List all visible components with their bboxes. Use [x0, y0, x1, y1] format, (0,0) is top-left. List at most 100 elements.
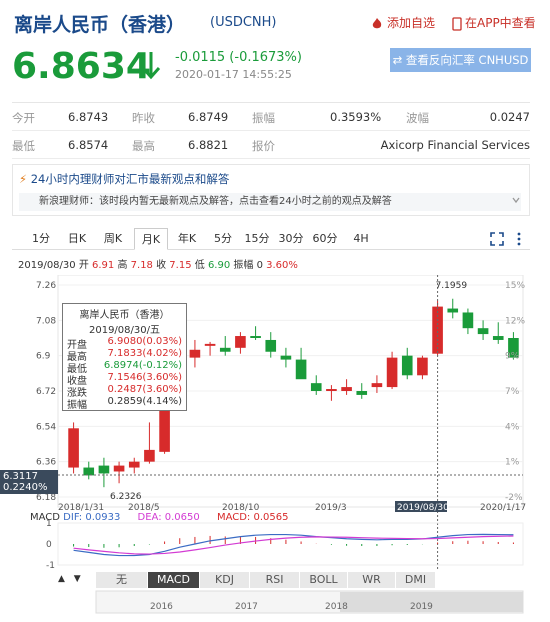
- tooltip-row-value: 6.9080(0.03%): [107, 336, 182, 347]
- info-chg-label: 振幅: [233, 260, 254, 271]
- tab-yearly[interactable]: 年K: [170, 228, 204, 250]
- tab-30min[interactable]: 30分: [274, 228, 308, 250]
- candle-body: [265, 339, 277, 352]
- reverse-rate-button[interactable]: ⇄ 查看反向汇率 CNHUSD: [390, 48, 531, 72]
- tooltip-row-label: 振幅: [67, 400, 87, 411]
- candle-body: [310, 383, 322, 391]
- candle-body: [83, 467, 95, 476]
- candle-body: [401, 355, 413, 376]
- phone-icon: [452, 16, 462, 31]
- tab-indicator-none[interactable]: 无: [96, 572, 148, 588]
- tab-1min[interactable]: 1分: [24, 228, 58, 250]
- pct-tick-label: 12%: [505, 316, 525, 326]
- pundit-body-link[interactable]: 新浪理财师：该时段内暂无最新观点及解答，点击查看24小时之前的观点及解答: [19, 193, 521, 211]
- pundit-panel: ⚡ 24小时内理财师对汇市最新观点和解答 新浪理财师：该时段内暂无最新观点及解答…: [12, 164, 530, 216]
- stat-label: 昨收: [132, 111, 155, 125]
- view-in-app-button[interactable]: 在APP中查看: [452, 14, 536, 31]
- stat-value: 6.8821: [188, 138, 229, 152]
- tab-5min[interactable]: 5分: [206, 228, 240, 250]
- tab-15min[interactable]: 15分: [240, 228, 274, 250]
- macd-dif: DIF: 0.0933: [63, 512, 121, 523]
- tab-monthly[interactable]: 月K: [134, 228, 168, 250]
- tooltip-row: 收盘 7.1546(3.60%): [67, 372, 182, 387]
- max-annotation: 7.1959: [436, 281, 468, 291]
- tooltip-row: 振幅 0.2859(4.14%): [67, 396, 182, 411]
- chevron-down-icon[interactable]: [511, 195, 521, 205]
- stat-value: Axicorp Financial Services: [380, 138, 530, 152]
- y-tick-label: 7.08: [36, 316, 56, 326]
- nav-arrows: ▲ ▼: [58, 574, 81, 584]
- candle-body: [68, 428, 79, 468]
- info-close: 7.15: [169, 260, 192, 271]
- fire-icon: [372, 17, 382, 28]
- y-tick-label: 6.54: [36, 422, 56, 432]
- tooltip-row-value: 0.2487(3.60%): [107, 384, 182, 395]
- add-watchlist-button[interactable]: 添加自选: [370, 14, 435, 31]
- candle-body: [432, 306, 443, 354]
- candle-body: [204, 343, 216, 346]
- arrow-up-icon[interactable]: ▲: [58, 574, 65, 584]
- info-pct: 3.60%: [266, 260, 298, 271]
- stat-label: 最高: [132, 139, 155, 153]
- macd-value: MACD: 0.0565: [216, 512, 289, 523]
- macd-dea: DEA: 0.0650: [137, 512, 200, 523]
- y-tick-label: 6.72: [36, 387, 56, 397]
- info-high: 7.18: [130, 260, 153, 271]
- arrow-down-icon[interactable]: ▼: [74, 574, 81, 584]
- tab-indicator-boll[interactable]: BOLL: [300, 572, 348, 588]
- tooltip-date: 2019/08/30/五: [88, 325, 160, 336]
- price-change: -0.0115 (-0.1673%): [175, 50, 302, 65]
- timeline-tick: 2018: [325, 602, 348, 612]
- candle-tooltip: 离岸人民币（香港） 2019/08/30/五 开盘 6.9080(0.03%) 最高…: [62, 303, 187, 411]
- tab-4h[interactable]: 4H: [344, 228, 378, 250]
- pct-tick-label: 4%: [505, 422, 520, 432]
- tab-indicator-wr[interactable]: WR: [348, 572, 396, 588]
- crosshair-value: 6.3117: [3, 471, 38, 482]
- macd-y-tick: -1: [46, 561, 55, 571]
- current-price: 6.8634: [12, 46, 151, 87]
- stat-value: 6.8743: [68, 110, 109, 124]
- quote-time: 2020-01-17 14:55:25: [175, 68, 292, 81]
- tooltip-row-value: 6.8974(-0.12%): [103, 360, 182, 371]
- swap-icon: ⇄: [392, 53, 406, 67]
- y-tick-label: 6.9: [36, 352, 51, 362]
- ohlc-info-bar: 2019/08/30 开 6.91 高 7.18 收 7.15 低 6.90 振…: [18, 256, 298, 271]
- pundit-title: 24小时内理财师对汇市最新观点和解答: [30, 172, 230, 186]
- candle-body: [144, 449, 155, 462]
- tab-indicator-dmi[interactable]: DMI: [396, 572, 436, 588]
- tab-indicator-macd[interactable]: MACD: [148, 572, 200, 588]
- stat-label: 最低: [12, 139, 35, 153]
- stat-label: 报价: [252, 139, 275, 153]
- quote-stats: 今开 6.8743 昨收 6.8749 振幅 0.3593% 波幅 0.0247…: [12, 102, 530, 159]
- candle-body: [189, 349, 201, 358]
- macd-dea-line: [73, 535, 514, 555]
- tab-indicator-rsi[interactable]: RSI: [250, 572, 300, 588]
- crosshair-price-label: 6.3117 0.2240%: [0, 470, 58, 494]
- pct-tick-label: 1%: [505, 458, 520, 468]
- tab-indicator-kdj[interactable]: KDJ: [200, 572, 250, 588]
- header: 离岸人民币（香港） (USDCNH) 添加自选 在APP中查看: [14, 10, 536, 36]
- stats-row: 今开 6.8743 昨收 6.8749 振幅 0.3593% 波幅 0.0247: [12, 103, 530, 131]
- tab-60min[interactable]: 60分: [308, 228, 342, 250]
- x-tick-label: 2020/1/17: [480, 503, 526, 513]
- y-tick-label: 7.26: [36, 281, 56, 291]
- pundit-link[interactable]: ⚡ 24小时内理财师对汇市最新观点和解答: [19, 171, 229, 187]
- tab-daily[interactable]: 日K: [60, 228, 94, 250]
- candle-body: [98, 465, 110, 474]
- more-icon[interactable]: [515, 232, 523, 246]
- info-date: 2019/08/30: [18, 260, 76, 271]
- candle-body: [341, 387, 352, 391]
- tooltip-row-value: 7.1833(4.02%): [107, 348, 182, 359]
- candle-body: [250, 336, 261, 338]
- candle-body: [447, 308, 459, 313]
- stat-label: 今开: [12, 111, 35, 125]
- stats-row: 最低 6.8574 最高 6.8821 报价 Axicorp Financial…: [12, 131, 530, 159]
- candle-body: [128, 461, 140, 468]
- min-annotation: 6.2326: [110, 492, 142, 502]
- fullscreen-icon[interactable]: [490, 232, 504, 246]
- tooltip-row: 涨跌 0.2487(3.60%): [67, 384, 182, 399]
- view-in-app-label: 在APP中查看: [465, 16, 536, 30]
- down-arrow-icon: [141, 52, 161, 80]
- tooltip-title: 离岸人民币（香港）: [79, 310, 170, 321]
- tab-weekly[interactable]: 周K: [96, 228, 130, 250]
